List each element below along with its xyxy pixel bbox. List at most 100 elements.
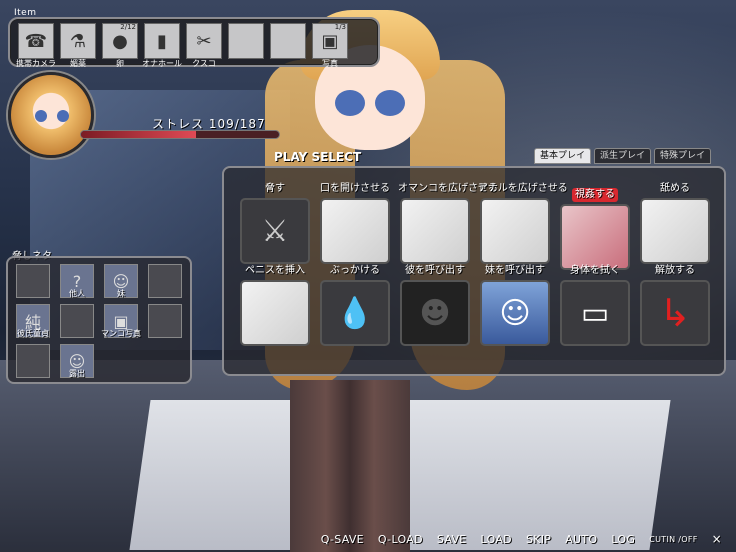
menu-auto[interactable]: AUTO [565,533,597,546]
blackmail-slot [148,264,182,298]
blackmail-label: 露出 [69,369,85,378]
stress-text: ストレス 109/187 [152,117,266,131]
play-action[interactable]: 解放する ↳ [638,264,712,346]
play-action[interactable]: 視姦する [558,182,632,270]
play-action-thumb[interactable]: ▭ [560,280,630,346]
play-select-panel: 脅す ⚔ 口を開けさせる オマンコを広げさせる アナルを広げさせる 視姦する 舐めるペニスを… [222,166,726,376]
play-action-thumb[interactable] [400,198,470,264]
knife-icon: ⚔ [261,213,289,249]
blackmail-label: マンコ写真 [101,329,141,338]
play-action[interactable]: 身体を拭く ▭ [558,264,632,346]
play-select-title: PLAY SELECT [274,150,362,164]
portrait-eye-left [35,110,47,122]
play-action-thumb[interactable] [480,198,550,264]
heroine-portrait [8,72,94,158]
menu-log[interactable]: LOG [611,533,635,546]
item-bar: ☎ 携帯カメラ ⚗ 媚薬 ● 2/12 卵 ▮ オナホール ✂ クスコ ▣ 1/3 写真 [8,17,380,68]
play-tabs: 基本プレイ 派生プレイ 特殊プレイ [534,148,712,164]
character-legs [290,380,410,552]
item-label: 媚薬 [70,59,86,68]
photo-icon: ▣ [321,30,339,52]
tab-3[interactable]: 特殊プレイ [654,148,712,164]
play-action-thumb[interactable]: ⚔ [240,198,310,264]
silhouette-icon: ☻ [419,295,451,331]
sister-portrait: ☺ [499,295,531,331]
blackmail-slot [16,344,50,378]
blackmail-slot[interactable]: ☺ 露出 [60,344,94,378]
character-eye-right [375,90,405,116]
play-action[interactable]: ペニスを挿入 [238,264,312,346]
release-arrow-icon: ↳ [659,291,691,335]
blackmail-slot [60,304,94,338]
play-action-label: 身体を拭く [570,265,620,276]
tab-2[interactable]: 派生プレイ [594,148,652,164]
play-action-thumb[interactable]: 💧 [320,280,390,346]
play-action-label: 解放する [655,265,695,276]
item-label: 卵 [116,59,124,68]
blackmail-label: 彼氏童貞 [17,329,49,338]
play-action[interactable]: オマンコを広げさせる [398,182,498,264]
play-action[interactable]: 妹を呼び出す ☺ [478,264,552,346]
play-action-label: 妹を呼び出す [485,265,545,276]
bottle-icon: ⚗ [69,30,87,52]
play-action-label: ぶっかける [330,265,380,276]
item-slot[interactable]: ☎ 携帯カメラ [16,23,56,68]
play-action[interactable]: 舐める [638,182,712,264]
play-action-label: 視姦する [572,188,618,202]
menu-qsave[interactable]: Q-SAVE [321,533,364,546]
item-slot[interactable]: ▣ 1/3 写真 [312,23,348,68]
item-slot[interactable]: ✂ クスコ [186,23,222,68]
character-eye-left [335,90,365,116]
play-action[interactable]: 口を開けさせる [318,182,392,264]
item-label: 携帯カメラ [16,59,56,68]
blackmail-slot[interactable]: 純彼氏童貞 [16,304,50,338]
play-action-thumb[interactable] [320,198,390,264]
egg-icon: ● [112,30,128,52]
item-label: オナホール [142,59,182,68]
item-label: 写真 [322,59,338,68]
blackmail-slot [148,304,182,338]
tube-icon: ▮ [157,30,167,52]
item-slot[interactable] [228,23,264,59]
item-slot[interactable] [270,23,306,59]
play-action-label: ペニスを挿入 [245,265,305,276]
play-action-label: 口を開けさせる [320,183,390,194]
blackmail-slot [16,264,50,298]
menu-load[interactable]: LOAD [481,533,512,546]
blackmail-label: 妹 [117,289,125,298]
play-action-thumb[interactable]: ↳ [640,280,710,346]
play-action-thumb[interactable]: ☺ [480,280,550,346]
item-label: クスコ [192,59,216,68]
item-slot[interactable]: ● 2/12 卵 [102,23,138,68]
stress-bar-fill [81,131,197,138]
item-count: 2/12 [120,23,136,31]
phone-icon: ☎ [24,30,48,52]
close-icon[interactable]: × [712,532,722,546]
play-action[interactable]: アナルを広げさせる [478,182,568,264]
item-slot[interactable]: ⚗ 媚薬 [60,23,96,68]
play-action-label: オマンコを広げさせる [398,183,498,194]
system-menu: Q-SAVE Q-LOAD SAVE LOAD SKIP AUTO LOG CUTIN /OF… [307,532,722,546]
speculum-icon: ✂ [196,30,212,52]
play-action[interactable]: 脅す ⚔ [238,182,312,264]
item-count: 1/3 [334,23,346,31]
play-action-label: 脅す [265,183,285,194]
play-action-thumb[interactable] [240,280,310,346]
blackmail-slot[interactable]: ☺ 妹 [104,264,138,298]
play-action[interactable]: ぶっかける 💧 [318,264,392,346]
menu-cutinoff[interactable]: CUTIN /OFF [649,535,697,544]
play-action-thumb[interactable] [640,198,710,264]
item-slot[interactable]: ▮ オナホール [142,23,182,68]
play-action-thumb[interactable] [560,204,630,270]
menu-save[interactable]: SAVE [437,533,467,546]
play-action[interactable]: 彼を呼び出す ☻ [398,264,472,346]
play-action-label: 舐める [660,183,690,194]
portrait-eye-right [57,110,69,122]
play-action-thumb[interactable]: ☻ [400,280,470,346]
menu-skip[interactable]: SKIP [526,533,551,546]
blackmail-slot[interactable]: ? 他人 [60,264,94,298]
towel-icon: ▭ [580,295,610,331]
tab-1[interactable]: 基本プレイ [534,148,592,164]
menu-qload[interactable]: Q-LOAD [378,533,423,546]
blackmail-slot[interactable]: ▣ マンコ写真 [101,304,141,338]
